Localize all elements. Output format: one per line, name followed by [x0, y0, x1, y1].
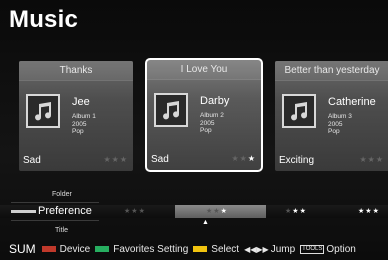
star-icon: ★ [119, 155, 128, 164]
device-button[interactable]: Device [41, 243, 91, 255]
sort-option-preference[interactable]: Preference [38, 205, 92, 218]
rewind-fastforward-icon: ◀◀▶▶ [244, 244, 269, 254]
star-icon: ★ [365, 208, 373, 215]
device-label: Device [59, 243, 91, 255]
star-icon: ★ [111, 155, 120, 164]
star-icon: ★ [375, 155, 384, 164]
star-icon: ★ [231, 154, 240, 163]
artist-name: Catherine [328, 96, 376, 108]
album-year: 2005 [200, 119, 215, 127]
star-icon: ★ [131, 208, 139, 215]
favorites-setting-button[interactable]: Favorites Setting [95, 244, 188, 255]
artist-name: Darby [200, 95, 230, 107]
track-title: Thanks [19, 61, 133, 81]
rating-filter-1[interactable]: ★★★ [206, 205, 228, 218]
star-icon: ★ [220, 208, 228, 215]
star-icon: ★ [359, 155, 368, 164]
green-button-icon [95, 246, 110, 252]
rating-filter-3[interactable]: ★★★ [358, 205, 380, 218]
track-card-1[interactable]: Thanks Jee Album 1 2005 Pop Sad ★★★ [19, 61, 133, 171]
divider [11, 220, 99, 221]
divider [11, 202, 99, 203]
sort-option-folder[interactable]: Folder [52, 191, 72, 198]
star-icon: ★ [367, 155, 376, 164]
star-icon: ★ [372, 208, 380, 215]
option-label: Option [326, 243, 356, 255]
sort-option-title[interactable]: Title [55, 227, 68, 234]
star-rating: ★★★ [359, 155, 384, 164]
track-meta: Album 3 2005 Pop [328, 113, 352, 136]
album-genre: Pop [328, 128, 340, 135]
album-name: Album 2 [200, 112, 224, 119]
track-meta: Album 2 2005 Pop [200, 112, 224, 135]
album-genre: Pop [200, 127, 212, 134]
option-button[interactable]: TOOLS Option [300, 244, 356, 255]
mood-label: Exciting [279, 155, 315, 166]
music-screen: Music Thanks Jee Album 1 2005 Pop Sad ★★… [0, 0, 388, 260]
star-icon: ★ [138, 208, 146, 215]
track-card-2-selected[interactable]: I Love You Darby Album 2 2005 Pop Sad ★★… [145, 58, 263, 172]
favorites-setting-label: Favorites Setting [113, 243, 189, 255]
album-year: 2005 [72, 120, 87, 128]
jump-label: Jump [270, 243, 296, 255]
star-icon: ★ [299, 208, 307, 215]
mood-label: Sad [23, 155, 41, 166]
rating-filter-0[interactable]: ★★★ [124, 205, 146, 218]
sort-indicator [11, 210, 36, 213]
artist-name: Jee [72, 96, 90, 108]
star-icon: ★ [239, 154, 248, 163]
mood-label: Sad [151, 154, 169, 165]
star-rating: ★★★ [231, 154, 256, 163]
jump-button[interactable]: ◀◀▶▶ Jump [244, 244, 295, 255]
tools-button-icon: TOOLS [300, 244, 325, 254]
up-arrow-icon: ▲ [202, 219, 209, 226]
star-icon: ★ [103, 155, 112, 164]
rating-filter-2[interactable]: ★★★ [285, 205, 307, 218]
yellow-button-icon [193, 246, 208, 252]
star-icon: ★ [247, 154, 256, 163]
track-title: I Love You [147, 60, 261, 80]
album-name: Album 3 [328, 113, 352, 120]
select-label: Select [211, 243, 240, 255]
music-note-icon [26, 94, 60, 128]
track-meta: Album 1 2005 Pop [72, 113, 96, 136]
star-icon: ★ [213, 208, 221, 215]
mode-label: SUM [9, 242, 36, 256]
music-note-icon [282, 94, 316, 128]
star-icon: ★ [292, 208, 300, 215]
star-rating: ★★★ [103, 155, 128, 164]
footer-bar: SUM Device Favorites Setting Select ◀◀▶▶… [0, 238, 388, 260]
select-button[interactable]: Select [193, 244, 239, 255]
red-button-icon [41, 246, 56, 252]
album-year: 2005 [328, 120, 343, 128]
album-name: Album 1 [72, 113, 96, 120]
track-card-3[interactable]: Better than yesterday Catherine Album 3 … [275, 61, 388, 171]
album-genre: Pop [72, 128, 84, 135]
music-note-icon [154, 93, 188, 127]
track-title: Better than yesterday [275, 61, 388, 81]
page-title: Music [9, 6, 79, 33]
